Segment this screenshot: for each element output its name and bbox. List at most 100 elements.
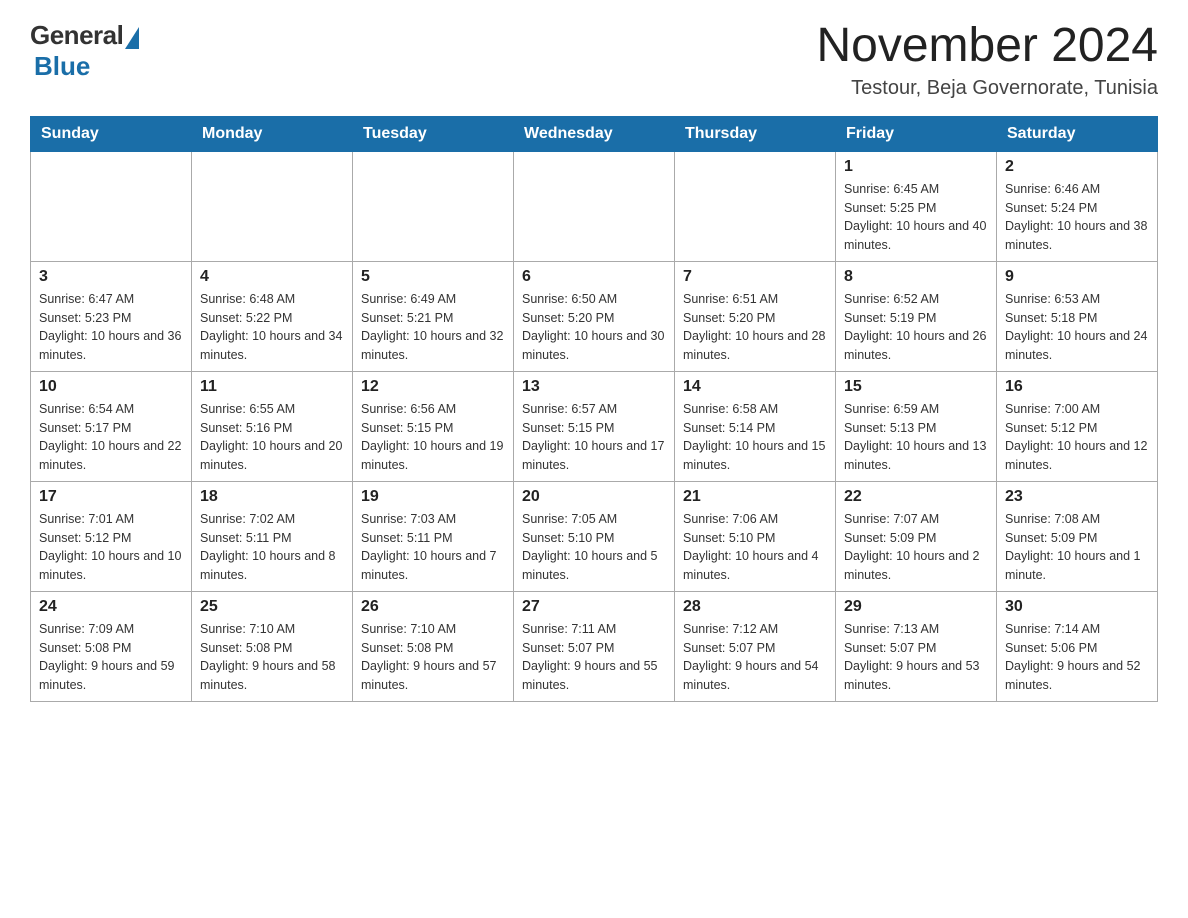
- calendar-header-wednesday: Wednesday: [514, 116, 675, 151]
- calendar-cell: 19 Sunrise: 7:03 AMSunset: 5:11 PMDayligh…: [353, 481, 514, 591]
- day-number: 10: [39, 378, 183, 396]
- day-info: Sunrise: 6:50 AMSunset: 5:20 PMDaylight:…: [522, 290, 666, 365]
- calendar-cell: 13 Sunrise: 6:57 AMSunset: 5:15 PMDayligh…: [514, 371, 675, 481]
- day-info: Sunrise: 7:09 AMSunset: 5:08 PMDaylight:…: [39, 620, 183, 695]
- day-info: Sunrise: 6:57 AMSunset: 5:15 PMDaylight:…: [522, 400, 666, 475]
- calendar-cell: 7Sunrise: 6:51 AMSunset: 5:20 PMDaylight…: [675, 261, 836, 371]
- calendar-cell: [31, 151, 192, 261]
- calendar-cell: 11 Sunrise: 6:55 AMSunset: 5:16 PMDayligh…: [192, 371, 353, 481]
- day-number: 23: [1005, 488, 1149, 506]
- calendar-cell: 28 Sunrise: 7:12 AMSunset: 5:07 PMDayligh…: [675, 591, 836, 701]
- calendar-cell: 2 Sunrise: 6:46 AMSunset: 5:24 PMDaylight…: [997, 151, 1158, 261]
- day-number: 8: [844, 268, 988, 286]
- day-info: Sunrise: 7:06 AMSunset: 5:10 PMDaylight:…: [683, 510, 827, 585]
- calendar-week-5: 24 Sunrise: 7:09 AMSunset: 5:08 PMDayligh…: [31, 591, 1158, 701]
- calendar-cell: 15 Sunrise: 6:59 AMSunset: 5:13 PMDayligh…: [836, 371, 997, 481]
- calendar-header-monday: Monday: [192, 116, 353, 151]
- calendar-cell: 3Sunrise: 6:47 AMSunset: 5:23 PMDaylight…: [31, 261, 192, 371]
- logo-triangle-icon: [125, 27, 139, 49]
- day-number: 17: [39, 488, 183, 506]
- day-number: 4: [200, 268, 344, 286]
- calendar-week-2: 3Sunrise: 6:47 AMSunset: 5:23 PMDaylight…: [31, 261, 1158, 371]
- day-number: 14: [683, 378, 827, 396]
- day-number: 13: [522, 378, 666, 396]
- month-year-title: November 2024: [816, 20, 1158, 73]
- day-info: Sunrise: 7:10 AMSunset: 5:08 PMDaylight:…: [361, 620, 505, 695]
- day-number: 15: [844, 378, 988, 396]
- day-info: Sunrise: 7:11 AMSunset: 5:07 PMDaylight:…: [522, 620, 666, 695]
- day-number: 29: [844, 598, 988, 616]
- calendar-cell: 5Sunrise: 6:49 AMSunset: 5:21 PMDaylight…: [353, 261, 514, 371]
- calendar-cell: 25Sunrise: 7:10 AMSunset: 5:08 PMDayligh…: [192, 591, 353, 701]
- calendar-header-row: SundayMondayTuesdayWednesdayThursdayFrid…: [31, 116, 1158, 151]
- calendar-week-4: 17 Sunrise: 7:01 AMSunset: 5:12 PMDayligh…: [31, 481, 1158, 591]
- calendar-cell: 17 Sunrise: 7:01 AMSunset: 5:12 PMDayligh…: [31, 481, 192, 591]
- calendar-cell: 10 Sunrise: 6:54 AMSunset: 5:17 PMDayligh…: [31, 371, 192, 481]
- calendar-cell: 29 Sunrise: 7:13 AMSunset: 5:07 PMDayligh…: [836, 591, 997, 701]
- calendar-week-3: 10 Sunrise: 6:54 AMSunset: 5:17 PMDayligh…: [31, 371, 1158, 481]
- calendar-header-sunday: Sunday: [31, 116, 192, 151]
- day-info: Sunrise: 7:12 AMSunset: 5:07 PMDaylight:…: [683, 620, 827, 695]
- calendar-cell: 20 Sunrise: 7:05 AMSunset: 5:10 PMDayligh…: [514, 481, 675, 591]
- day-number: 20: [522, 488, 666, 506]
- calendar-cell: 27 Sunrise: 7:11 AMSunset: 5:07 PMDayligh…: [514, 591, 675, 701]
- calendar-cell: [192, 151, 353, 261]
- day-info: Sunrise: 7:00 AMSunset: 5:12 PMDaylight:…: [1005, 400, 1149, 475]
- day-info: Sunrise: 7:03 AMSunset: 5:11 PMDaylight:…: [361, 510, 505, 585]
- day-info: Sunrise: 7:13 AMSunset: 5:07 PMDaylight:…: [844, 620, 988, 695]
- logo-blue-text: Blue: [34, 51, 90, 82]
- day-info: Sunrise: 6:59 AMSunset: 5:13 PMDaylight:…: [844, 400, 988, 475]
- day-number: 9: [1005, 268, 1149, 286]
- day-number: 5: [361, 268, 505, 286]
- day-number: 12: [361, 378, 505, 396]
- calendar-header-saturday: Saturday: [997, 116, 1158, 151]
- day-info: Sunrise: 7:07 AMSunset: 5:09 PMDaylight:…: [844, 510, 988, 585]
- day-info: Sunrise: 7:10 AMSunset: 5:08 PMDaylight:…: [200, 620, 344, 695]
- calendar-cell: 21Sunrise: 7:06 AMSunset: 5:10 PMDayligh…: [675, 481, 836, 591]
- day-info: Sunrise: 7:01 AMSunset: 5:12 PMDaylight:…: [39, 510, 183, 585]
- calendar-table: SundayMondayTuesdayWednesdayThursdayFrid…: [30, 116, 1158, 702]
- day-info: Sunrise: 7:08 AMSunset: 5:09 PMDaylight:…: [1005, 510, 1149, 585]
- day-info: Sunrise: 6:58 AMSunset: 5:14 PMDaylight:…: [683, 400, 827, 475]
- day-number: 19: [361, 488, 505, 506]
- calendar-cell: 6 Sunrise: 6:50 AMSunset: 5:20 PMDaylight…: [514, 261, 675, 371]
- day-number: 3: [39, 268, 183, 286]
- calendar-cell: 9Sunrise: 6:53 AMSunset: 5:18 PMDaylight…: [997, 261, 1158, 371]
- day-number: 16: [1005, 378, 1149, 396]
- day-info: Sunrise: 6:45 AMSunset: 5:25 PMDaylight:…: [844, 180, 988, 255]
- day-info: Sunrise: 6:56 AMSunset: 5:15 PMDaylight:…: [361, 400, 505, 475]
- day-number: 24: [39, 598, 183, 616]
- day-number: 28: [683, 598, 827, 616]
- day-number: 18: [200, 488, 344, 506]
- calendar-cell: 14 Sunrise: 6:58 AMSunset: 5:14 PMDayligh…: [675, 371, 836, 481]
- day-info: Sunrise: 7:14 AMSunset: 5:06 PMDaylight:…: [1005, 620, 1149, 695]
- day-info: Sunrise: 6:54 AMSunset: 5:17 PMDaylight:…: [39, 400, 183, 475]
- calendar-week-1: 1 Sunrise: 6:45 AMSunset: 5:25 PMDaylight…: [31, 151, 1158, 261]
- day-number: 27: [522, 598, 666, 616]
- day-number: 30: [1005, 598, 1149, 616]
- calendar-cell: 22 Sunrise: 7:07 AMSunset: 5:09 PMDayligh…: [836, 481, 997, 591]
- calendar-cell: 16 Sunrise: 7:00 AMSunset: 5:12 PMDayligh…: [997, 371, 1158, 481]
- calendar-header-friday: Friday: [836, 116, 997, 151]
- day-number: 1: [844, 158, 988, 176]
- day-info: Sunrise: 7:05 AMSunset: 5:10 PMDaylight:…: [522, 510, 666, 585]
- calendar-header-thursday: Thursday: [675, 116, 836, 151]
- calendar-header-tuesday: Tuesday: [353, 116, 514, 151]
- location-subtitle: Testour, Beja Governorate, Tunisia: [816, 77, 1158, 100]
- day-info: Sunrise: 7:02 AMSunset: 5:11 PMDaylight:…: [200, 510, 344, 585]
- day-info: Sunrise: 6:46 AMSunset: 5:24 PMDaylight:…: [1005, 180, 1149, 255]
- day-info: Sunrise: 6:52 AMSunset: 5:19 PMDaylight:…: [844, 290, 988, 365]
- day-number: 2: [1005, 158, 1149, 176]
- logo-general-text: General: [30, 20, 123, 51]
- day-info: Sunrise: 6:48 AMSunset: 5:22 PMDaylight:…: [200, 290, 344, 365]
- calendar-cell: 1 Sunrise: 6:45 AMSunset: 5:25 PMDaylight…: [836, 151, 997, 261]
- day-number: 22: [844, 488, 988, 506]
- logo: General Blue: [30, 20, 139, 82]
- day-number: 11: [200, 378, 344, 396]
- title-area: November 2024 Testour, Beja Governorate,…: [816, 20, 1158, 100]
- day-number: 6: [522, 268, 666, 286]
- day-info: Sunrise: 6:55 AMSunset: 5:16 PMDaylight:…: [200, 400, 344, 475]
- calendar-cell: 8 Sunrise: 6:52 AMSunset: 5:19 PMDaylight…: [836, 261, 997, 371]
- calendar-cell: 12 Sunrise: 6:56 AMSunset: 5:15 PMDayligh…: [353, 371, 514, 481]
- calendar-cell: [675, 151, 836, 261]
